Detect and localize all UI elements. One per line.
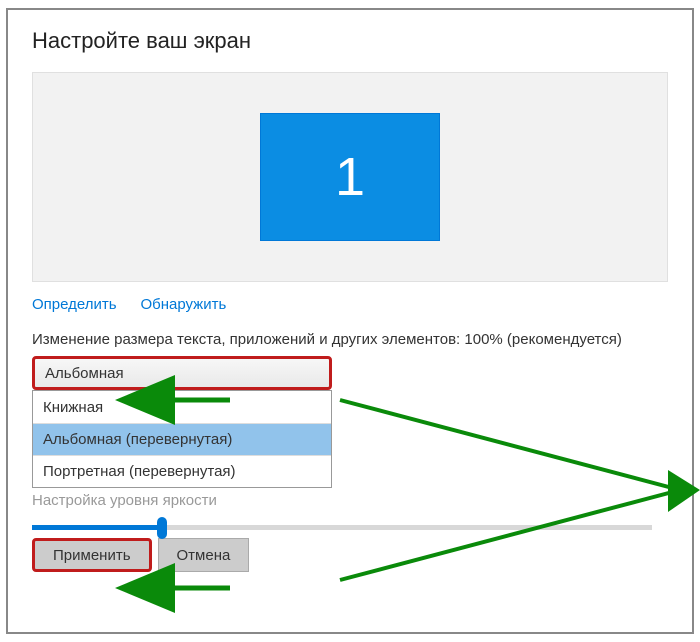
monitor-thumbnail[interactable]: 1 (260, 113, 440, 241)
orientation-options-list: Книжная Альбомная (перевернутая) Портрет… (32, 390, 332, 488)
display-preview-panel: 1 (32, 72, 668, 282)
apply-button[interactable]: Применить (32, 538, 152, 572)
orientation-option[interactable]: Портретная (перевернутая) (33, 455, 331, 487)
cancel-button[interactable]: Отмена (158, 538, 250, 572)
monitor-number: 1 (335, 146, 365, 208)
brightness-label: Настройка уровня яркости (32, 492, 668, 509)
button-row: Применить Отмена (32, 538, 668, 572)
scale-label: Изменение размера текста, приложений и д… (32, 331, 668, 348)
brightness-slider[interactable] (32, 515, 652, 520)
slider-thumb[interactable] (157, 517, 167, 539)
identify-link[interactable]: Определить (32, 296, 117, 313)
orientation-dropdown[interactable]: Альбомная Книжная Альбомная (перевернута… (32, 356, 332, 488)
display-links-row: Определить Обнаружить (32, 296, 668, 313)
cancel-button-label: Отмена (177, 547, 231, 564)
apply-button-label: Применить (53, 547, 131, 564)
orientation-option[interactable]: Альбомная (перевернутая) (33, 423, 331, 455)
slider-fill (32, 525, 162, 530)
orientation-selected-text: Альбомная (45, 365, 124, 382)
page-title: Настройте ваш экран (32, 28, 668, 54)
orientation-option[interactable]: Книжная (33, 391, 331, 423)
detect-link[interactable]: Обнаружить (140, 296, 226, 313)
orientation-selected[interactable]: Альбомная (32, 356, 332, 390)
